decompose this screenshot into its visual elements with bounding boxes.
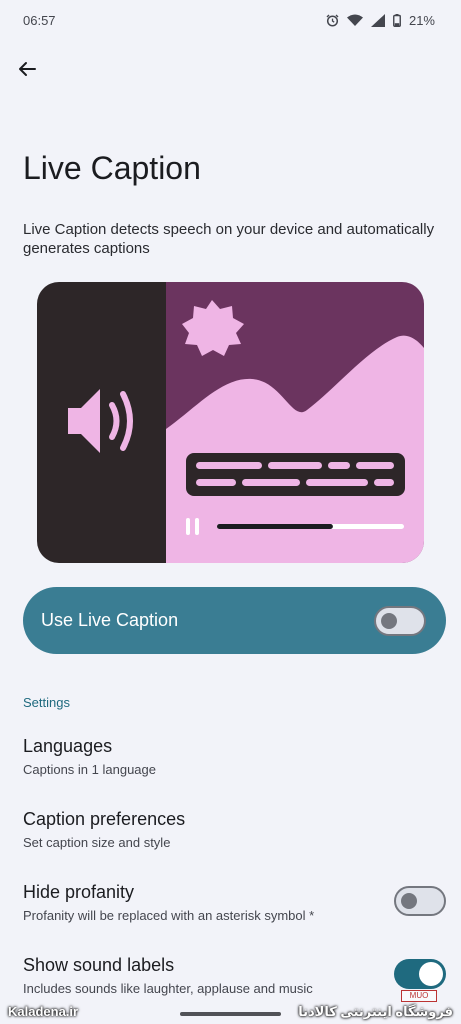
battery-percent: 21% [408, 12, 435, 28]
switch-thumb [381, 612, 397, 629]
signal-hd-icon [370, 13, 385, 27]
watermark-right: فروشگاه اینترنتی کالادنا [298, 1004, 453, 1019]
setting-title: Hide profanity [23, 882, 135, 902]
show-sound-labels-switch[interactable] [394, 959, 446, 989]
setting-subtitle: Profanity will be replaced with an aster… [23, 908, 315, 923]
gesture-nav-handle[interactable] [180, 1012, 281, 1016]
setting-languages[interactable]: Languages Captions in 1 language [23, 736, 446, 777]
watermark-logo: MUO [401, 990, 437, 1002]
alarm-icon [326, 14, 339, 27]
status-bar: 06:57 21% [0, 0, 461, 40]
setting-hide-profanity[interactable]: Hide profanity Profanity will be replace… [23, 882, 446, 923]
illustration-left-panel [37, 282, 166, 563]
back-button[interactable] [12, 54, 42, 84]
status-time: 06:57 [23, 12, 56, 28]
battery-icon [393, 13, 401, 27]
page-title: Live Caption [23, 150, 201, 186]
use-live-caption-toggle[interactable]: Use Live Caption [23, 587, 446, 654]
use-live-caption-label: Use Live Caption [41, 610, 179, 630]
setting-subtitle: Set caption size and style [23, 835, 171, 850]
setting-subtitle: Includes sounds like laughter, applause … [23, 981, 313, 996]
setting-title: Languages [23, 736, 113, 756]
live-caption-illustration [37, 282, 424, 563]
setting-show-sound-labels[interactable]: Show sound labels Includes sounds like l… [23, 955, 446, 996]
arrow-left-icon [19, 62, 36, 76]
wifi-icon [346, 14, 363, 26]
settings-section-header: Settings [23, 695, 70, 710]
switch-thumb [419, 962, 443, 986]
progress-fill [217, 524, 333, 529]
hide-profanity-switch[interactable] [394, 886, 446, 916]
setting-subtitle: Captions in 1 language [23, 762, 156, 777]
watermark-left: Kaladena.ir [8, 1004, 79, 1019]
page-description: Live Caption detects speech on your devi… [23, 221, 435, 257]
setting-title: Caption preferences [23, 809, 186, 829]
use-live-caption-switch[interactable] [374, 605, 426, 636]
status-icons: 21% [326, 13, 435, 28]
setting-title: Show sound labels [23, 955, 175, 975]
setting-caption-preferences[interactable]: Caption preferences Set caption size and… [23, 809, 446, 850]
switch-thumb [401, 893, 417, 909]
caption-box [186, 453, 405, 496]
